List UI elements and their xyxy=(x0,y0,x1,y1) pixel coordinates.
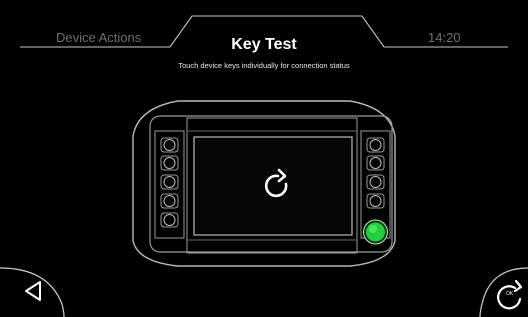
key-test-screen: Device Actions Key Test 14:20 Touch devi… xyxy=(0,0,528,317)
ok-label: OK xyxy=(506,291,514,297)
back-triangle-icon xyxy=(25,281,41,301)
ok-refresh-button[interactable] xyxy=(478,266,528,317)
back-button[interactable] xyxy=(0,266,66,317)
refresh-icon xyxy=(264,168,288,198)
